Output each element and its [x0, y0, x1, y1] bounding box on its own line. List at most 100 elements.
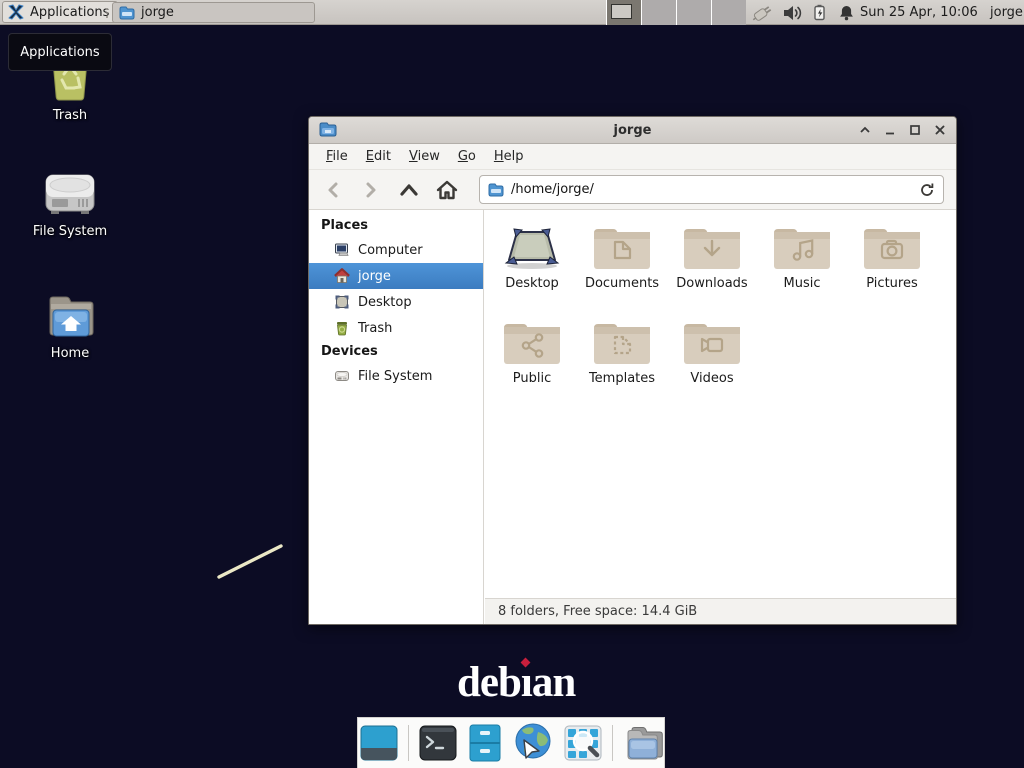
file-item-templates[interactable]: Templates	[577, 313, 667, 405]
downloads-folder-icon	[681, 221, 743, 271]
minimize-button[interactable]	[884, 124, 896, 136]
status-bar: 8 folders, Free space: 14.4 GiB	[485, 598, 956, 624]
panel-clock[interactable]: Sun 25 Apr, 10:06	[860, 0, 978, 25]
templates-folder-icon	[591, 316, 653, 366]
file-item-public[interactable]: Public	[487, 313, 577, 405]
reload-button[interactable]	[919, 182, 935, 198]
sidebar-header-devices: Devices	[309, 341, 483, 363]
workspace-window-thumb	[611, 4, 632, 19]
menu-edit[interactable]: Edit	[357, 145, 400, 168]
web-browser-icon[interactable]	[512, 722, 554, 764]
file-item-label: Music	[784, 276, 821, 291]
desktop-icon	[334, 294, 350, 310]
tasklist-handle-icon[interactable]	[104, 5, 110, 20]
toolbar: /home/jorge/	[309, 170, 956, 210]
sidebar-item-label: Trash	[358, 321, 392, 336]
terminal-icon[interactable]	[418, 724, 458, 762]
sidebar-item-label: jorge	[358, 269, 391, 284]
back-button[interactable]	[321, 178, 345, 202]
debian-wallpaper-logo: debıan	[457, 658, 575, 707]
close-button[interactable]	[934, 124, 946, 136]
power-plug-icon[interactable]	[750, 3, 774, 23]
window-body: Places Computer	[309, 210, 956, 624]
location-folder-icon	[488, 183, 504, 197]
sidebar-item-label: File System	[358, 369, 432, 384]
file-item-music[interactable]: Music	[757, 218, 847, 310]
location-path: /home/jorge/	[511, 182, 594, 197]
xfce-logo-icon	[7, 3, 25, 21]
file-manager-window: jorge File Edit View Go Help	[308, 116, 957, 625]
desktop-icon-home[interactable]: Home	[22, 292, 118, 361]
file-item-desktop[interactable]: Desktop	[487, 218, 577, 310]
desktop-icon-label: Home	[51, 346, 89, 361]
up-button[interactable]	[397, 178, 421, 202]
volume-icon[interactable]	[783, 4, 803, 22]
pictures-folder-icon	[861, 221, 923, 271]
home-folder-icon	[42, 292, 98, 340]
hard-drive-icon	[43, 170, 97, 218]
music-folder-icon	[771, 221, 833, 271]
sidebar-item-label: Desktop	[358, 295, 412, 310]
sidebar-header-places: Places	[309, 215, 483, 237]
cursor-trail-artifact	[210, 538, 294, 586]
taskbar-window-button[interactable]: jorge	[112, 2, 315, 23]
file-item-videos[interactable]: Videos	[667, 313, 757, 405]
sidebar-item-file-system[interactable]: File System	[309, 363, 483, 389]
menu-go[interactable]: Go	[449, 145, 485, 168]
file-item-label: Videos	[690, 371, 733, 386]
desktop-icon-label: Trash	[53, 108, 87, 123]
menu-file[interactable]: File	[317, 145, 357, 168]
sidebar-item-jorge[interactable]: jorge	[309, 263, 483, 289]
workspace-2[interactable]	[642, 0, 676, 25]
applications-menu-button[interactable]: Applications	[2, 1, 118, 23]
bottom-dock	[357, 717, 665, 768]
application-finder-icon[interactable]	[563, 724, 603, 762]
file-item-pictures[interactable]: Pictures	[847, 218, 937, 310]
status-text: 8 folders, Free space: 14.4 GiB	[498, 604, 697, 619]
file-item-label: Public	[513, 371, 551, 386]
workspace-1[interactable]	[607, 0, 641, 25]
desktop-screen: Applications jorge	[0, 0, 1024, 768]
logo-text: an	[532, 659, 575, 706]
desktop-icon-file-system[interactable]: File System	[22, 170, 118, 239]
menu-help[interactable]: Help	[485, 145, 533, 168]
maximize-button[interactable]	[909, 124, 921, 136]
workspace-3[interactable]	[677, 0, 711, 25]
sidebar: Places Computer	[309, 210, 484, 624]
applications-tooltip: Applications	[8, 33, 112, 71]
system-tray	[750, 0, 855, 25]
folder-icon	[119, 6, 135, 20]
menu-view[interactable]: View	[400, 145, 449, 168]
file-item-label: Desktop	[505, 276, 559, 291]
top-panel: Applications jorge	[0, 0, 1024, 25]
dock-separator	[612, 725, 613, 761]
location-bar[interactable]: /home/jorge/	[479, 175, 944, 204]
home-button[interactable]	[435, 178, 459, 202]
sidebar-item-desktop[interactable]: Desktop	[309, 289, 483, 315]
panel-username[interactable]: jorge	[990, 0, 1023, 25]
desktop-icon-label: File System	[33, 224, 107, 239]
window-titlebar[interactable]: jorge	[309, 117, 956, 144]
workspace-4[interactable]	[712, 0, 746, 25]
hard-drive-icon	[334, 368, 350, 384]
sidebar-item-label: Computer	[358, 243, 423, 258]
sidebar-item-computer[interactable]: Computer	[309, 237, 483, 263]
notification-bell-icon[interactable]	[838, 4, 855, 22]
home-icon	[334, 268, 350, 284]
file-item-label: Documents	[585, 276, 659, 291]
shade-button[interactable]	[859, 124, 871, 136]
file-cabinet-icon[interactable]	[467, 723, 503, 763]
file-manager-icon[interactable]	[622, 724, 664, 762]
menu-bar: File Edit View Go Help	[309, 144, 956, 170]
forward-button[interactable]	[359, 178, 383, 202]
desktop-folder-icon	[501, 221, 563, 271]
tooltip-text: Applications	[20, 45, 99, 60]
file-item-downloads[interactable]: Downloads	[667, 218, 757, 310]
file-item-documents[interactable]: Documents	[577, 218, 667, 310]
battery-charging-icon[interactable]	[812, 4, 829, 22]
sidebar-item-trash[interactable]: Trash	[309, 315, 483, 341]
dock-separator	[408, 725, 409, 761]
public-folder-icon	[501, 316, 563, 366]
show-desktop-icon[interactable]	[359, 724, 399, 762]
file-item-label: Pictures	[866, 276, 917, 291]
